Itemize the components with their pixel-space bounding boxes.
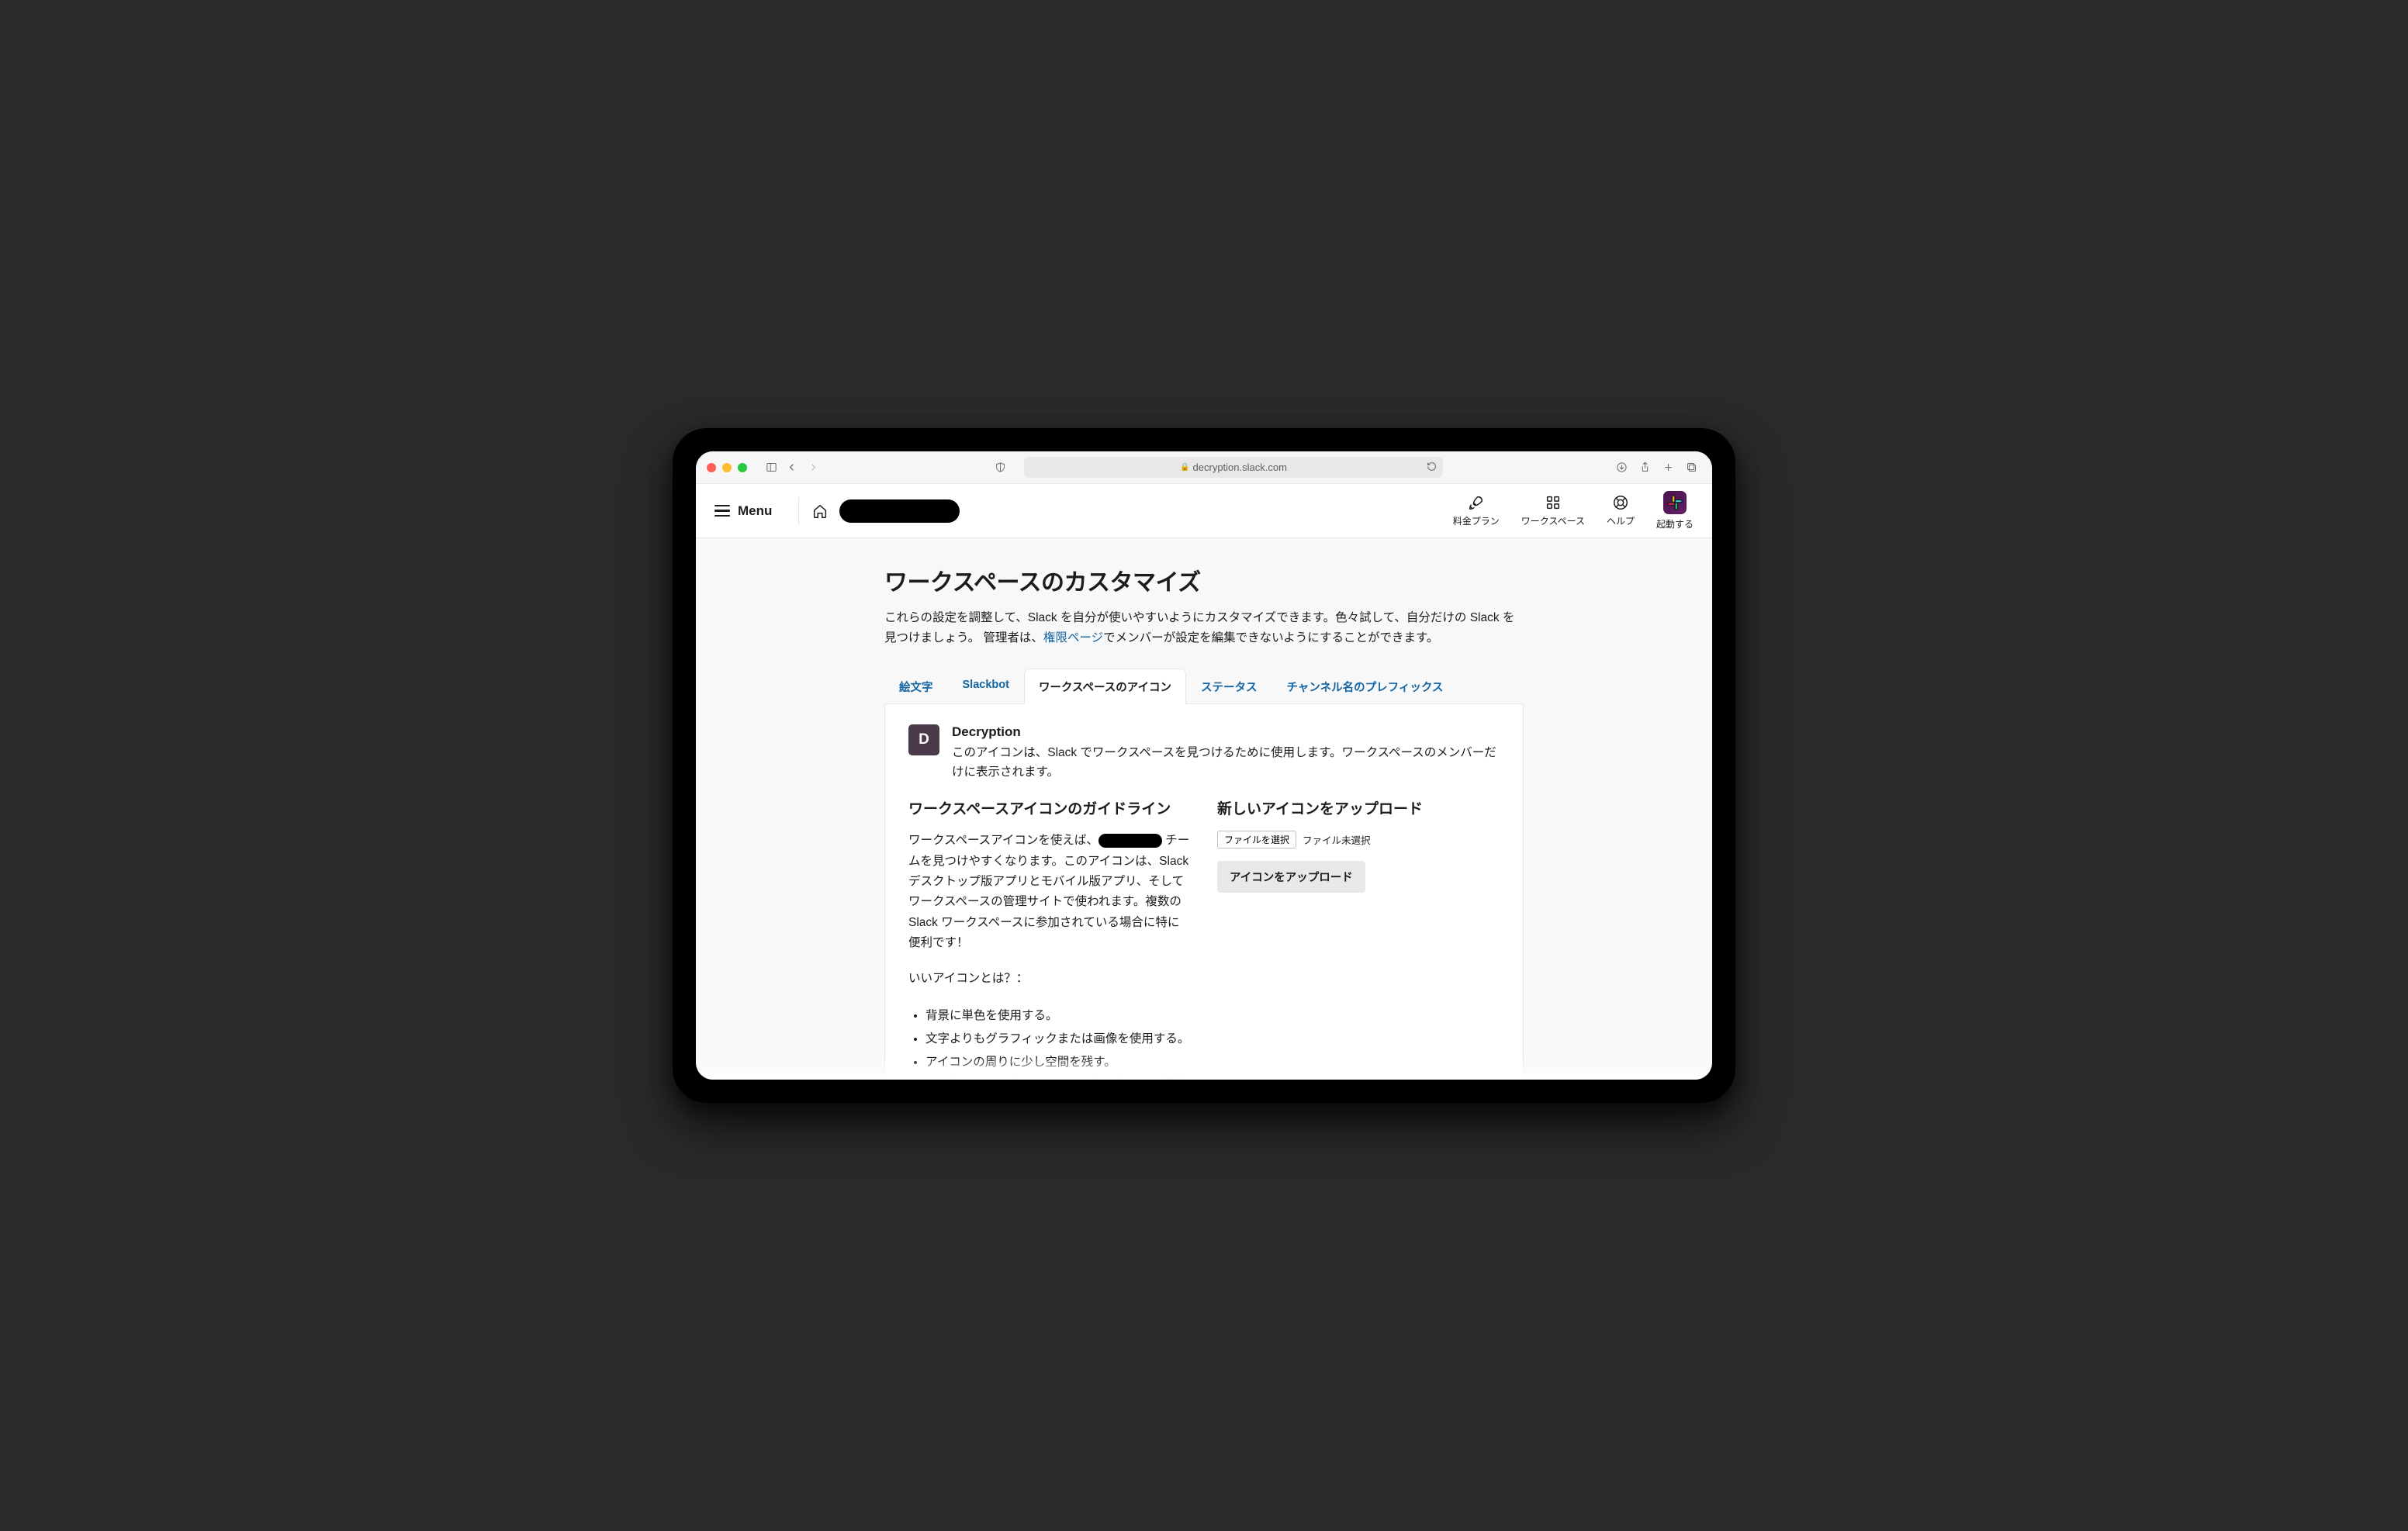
tab-emoji[interactable]: 絵文字 xyxy=(884,669,948,704)
grid-icon xyxy=(1545,494,1562,511)
menu-label: Menu xyxy=(738,503,772,519)
guidelines-intro: いいアイコンとは？： xyxy=(908,969,1191,989)
tab-channel-prefix[interactable]: チャンネル名のプレフィックス xyxy=(1272,669,1458,704)
list-item: 背景に単色を使用する。 xyxy=(925,1005,1191,1027)
page-content: ワークスペースのカスタマイズ これらの設定を調整して、Slack を自分が使いや… xyxy=(696,538,1712,1080)
share-icon[interactable] xyxy=(1635,458,1655,478)
tab-workspace-icon[interactable]: ワークスペースのアイコン xyxy=(1024,669,1186,704)
guidelines-heading: ワークスペースアイコンのガイドライン xyxy=(908,800,1191,821)
window-controls[interactable] xyxy=(707,463,747,472)
page-title: ワークスペースのカスタマイズ xyxy=(884,563,1524,597)
menu-button[interactable]: Menu xyxy=(714,503,786,519)
rocket-icon xyxy=(1468,494,1485,511)
slack-app-icon xyxy=(1663,491,1687,514)
page-lead: これらの設定を調整して、Slack を自分が使いやすいようにカスタマイズできます… xyxy=(884,608,1524,649)
address-bar[interactable]: 🔒 decryption.slack.com xyxy=(1024,457,1443,478)
nav-help[interactable]: ヘルプ xyxy=(1607,494,1635,527)
nav-launch[interactable]: 起動する xyxy=(1656,491,1694,530)
minimize-window-icon[interactable] xyxy=(722,463,732,472)
shield-icon[interactable] xyxy=(990,458,1010,478)
tab-status[interactable]: ステータス xyxy=(1186,669,1272,704)
divider xyxy=(798,497,799,525)
home-icon[interactable] xyxy=(811,503,829,520)
sidebar-toggle-icon[interactable] xyxy=(761,458,781,478)
file-select-button[interactable]: ファイルを選択 xyxy=(1217,831,1296,848)
list-item: アイコンの周りに少し空間を残す。 xyxy=(925,1052,1191,1073)
upload-column: 新しいアイコンをアップロード ファイルを選択 ファイル未選択 アイコンをアップロ… xyxy=(1217,800,1500,1080)
upload-icon-button[interactable]: アイコンをアップロード xyxy=(1217,861,1365,893)
downloads-icon[interactable] xyxy=(1611,458,1631,478)
help-icon xyxy=(1612,494,1629,511)
nav-label: 料金プラン xyxy=(1453,514,1500,527)
reload-icon[interactable] xyxy=(1427,461,1437,474)
fullscreen-window-icon[interactable] xyxy=(738,463,747,472)
browser-toolbar: 🔒 decryption.slack.com xyxy=(696,451,1712,484)
workspace-name: Decryption xyxy=(952,724,1500,740)
list-item: 文字よりもグラフィックまたは画像を使用する。 xyxy=(925,1028,1191,1050)
workspace-badge: D xyxy=(908,724,939,755)
nav-label: 起動する xyxy=(1656,517,1694,530)
guidelines-column: ワークスペースアイコンのガイドライン ワークスペースアイコンを使えば、 チームを… xyxy=(908,800,1191,1080)
close-window-icon[interactable] xyxy=(707,463,716,472)
guidelines-list: 背景に単色を使用する。 文字よりもグラフィックまたは画像を使用する。 アイコンの… xyxy=(908,1005,1191,1080)
guidelines-paragraph: ワークスペースアイコンを使えば、 チームを見つけやすくなります。このアイコンは、… xyxy=(908,831,1191,953)
workspace-blurb: このアイコンは、Slack でワークスペースを見つけるために使用します。ワークス… xyxy=(952,743,1500,783)
redacted-workspace-name xyxy=(839,499,960,523)
forward-button xyxy=(803,458,823,478)
tabs: 絵文字 Slackbot ワークスペースのアイコン ステータス チャンネル名のプ… xyxy=(884,668,1524,704)
nav-label: ヘルプ xyxy=(1607,514,1635,527)
permissions-link[interactable]: 権限ページ xyxy=(1043,631,1103,645)
url-text: decryption.slack.com xyxy=(1193,461,1287,473)
tab-panel: D Decryption このアイコンは、Slack でワークスペースを見つける… xyxy=(884,704,1524,1080)
tab-slackbot[interactable]: Slackbot xyxy=(948,669,1024,704)
redacted-text xyxy=(1098,834,1162,848)
nav-pricing[interactable]: 料金プラン xyxy=(1453,494,1500,527)
tabs-overview-icon[interactable] xyxy=(1681,458,1701,478)
back-button[interactable] xyxy=(781,458,801,478)
lock-icon: 🔒 xyxy=(1180,463,1189,472)
hamburger-icon xyxy=(714,505,730,517)
file-status-text: ファイル未選択 xyxy=(1303,832,1371,847)
nav-workspaces[interactable]: ワークスペース xyxy=(1521,494,1585,527)
nav-label: ワークスペース xyxy=(1521,514,1585,527)
slack-header: Menu 料金プラン ワークスペース ヘルプ 起動する xyxy=(696,484,1712,538)
upload-heading: 新しいアイコンをアップロード xyxy=(1217,800,1500,821)
new-tab-icon[interactable] xyxy=(1658,458,1678,478)
list-item: 132ピクセル四方またはそれ以上の大きさの画像をアップロードする。 xyxy=(925,1074,1191,1080)
